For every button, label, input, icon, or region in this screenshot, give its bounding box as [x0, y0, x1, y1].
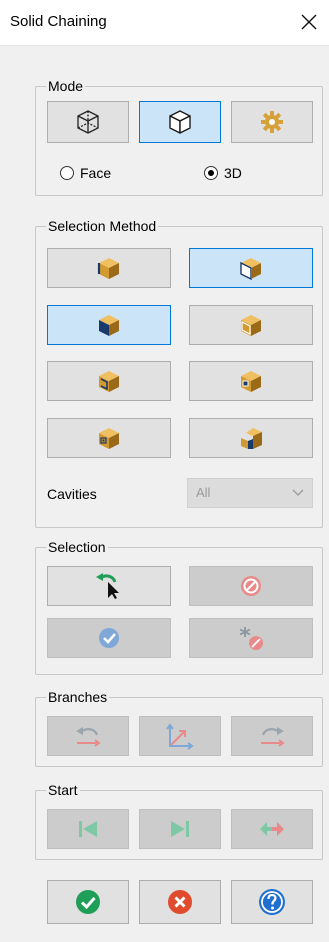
branch-back-icon: [76, 727, 101, 747]
mode-solid-button[interactable]: [139, 101, 221, 143]
method-cavity-button[interactable]: [47, 418, 171, 458]
solid-partial-loop-icon: [99, 371, 119, 392]
solid-step-icon: [241, 428, 262, 449]
ok-button[interactable]: [47, 880, 129, 924]
close-icon[interactable]: [297, 10, 321, 34]
branches-legend: Branches: [46, 688, 110, 706]
branch-forward-button[interactable]: [231, 716, 313, 756]
window-title: Solid Chaining: [10, 13, 107, 30]
branch-back-button[interactable]: [47, 716, 129, 756]
unselect-all-icon: [239, 627, 263, 650]
selection-legend: Selection: [46, 538, 108, 556]
method-face-button[interactable]: [189, 248, 313, 288]
start-first-button[interactable]: [47, 809, 129, 849]
wireframe-cube-icon: [77, 110, 99, 134]
cancel-x-icon: [168, 890, 192, 914]
mode-legend: Mode: [46, 77, 86, 95]
method-partial-loop-button[interactable]: [47, 361, 171, 401]
method-loop-button[interactable]: [189, 305, 313, 345]
solid-feature-icon: [241, 371, 261, 392]
cavities-select[interactable]: All: [187, 478, 313, 508]
add-check-icon: [99, 628, 119, 648]
mode-settings-button[interactable]: [231, 101, 313, 143]
cavities-label: Cavities: [47, 486, 97, 502]
help-question-icon: [259, 889, 285, 915]
solid-loop-icon: [241, 315, 261, 336]
radio-face-label: Face: [80, 165, 112, 181]
skip-start-icon: [79, 821, 97, 837]
method-body-button[interactable]: [47, 305, 171, 345]
method-step-button[interactable]: [189, 418, 313, 458]
solid-edge-icon: [97, 258, 119, 279]
start-legend: Start: [46, 781, 80, 799]
method-feature-button[interactable]: [189, 361, 313, 401]
title-bar: Solid Chaining: [0, 0, 329, 46]
radio-face[interactable]: Face: [60, 165, 111, 181]
gear-icon: [261, 111, 283, 133]
branch-axes-icon: [166, 723, 194, 750]
selection-method-legend: Selection Method: [46, 217, 159, 235]
clear-no-icon: [241, 576, 261, 596]
mode-wireframe-button[interactable]: [47, 101, 129, 143]
cavities-value: All: [196, 485, 211, 500]
radio-3d-dot[interactable]: [204, 166, 218, 180]
solid-cavity-icon: [99, 428, 119, 449]
start-last-button[interactable]: [139, 809, 221, 849]
radio-3d-label: 3D: [224, 165, 242, 181]
branch-forward-icon: [261, 727, 285, 747]
solid-body-icon: [99, 315, 119, 336]
unselect-all-button[interactable]: [189, 618, 313, 658]
cancel-button[interactable]: [139, 880, 221, 924]
select-back-button[interactable]: [47, 566, 171, 606]
select-back-arrow-icon: [96, 573, 119, 599]
ok-check-icon: [76, 890, 100, 914]
solid-face-icon: [240, 258, 261, 281]
skip-end-icon: [171, 821, 189, 837]
radio-3d[interactable]: 3D: [204, 165, 242, 181]
start-reverse-button[interactable]: [231, 809, 313, 849]
reverse-arrows-icon: [260, 822, 284, 836]
help-button[interactable]: [231, 880, 313, 924]
radio-face-dot[interactable]: [60, 166, 74, 180]
branch-axes-button[interactable]: [139, 716, 221, 756]
chevron-down-icon: [292, 489, 304, 496]
method-edge-button[interactable]: [47, 248, 171, 288]
clear-selection-button[interactable]: [189, 566, 313, 606]
solid-cube-icon: [169, 110, 191, 134]
add-selection-button[interactable]: [47, 618, 171, 658]
